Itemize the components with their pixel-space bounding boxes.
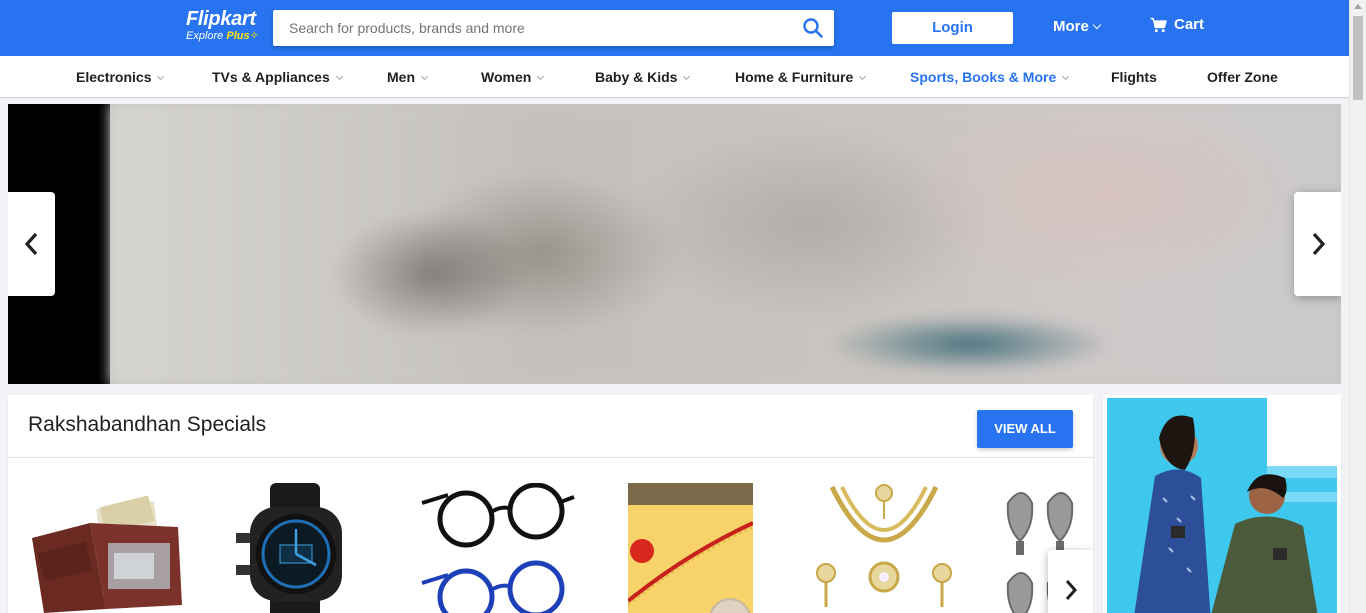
category-flights[interactable]: Flights (1111, 69, 1157, 85)
category-offer-zone[interactable]: Offer Zone (1207, 69, 1278, 85)
login-button[interactable]: Login (892, 12, 1013, 44)
wallet-image (32, 495, 182, 613)
logo-subtext: Explore Plus✧ (186, 30, 266, 42)
flipkart-logo[interactable]: Flipkart Explore Plus✧ (186, 9, 266, 42)
category-label: Women (481, 69, 532, 85)
chevron-right-icon (1065, 580, 1077, 600)
ad-people-image (1134, 415, 1337, 613)
rakhi-image (628, 483, 753, 613)
logo-plus: Plus (226, 30, 250, 42)
product-card-wallet[interactable] (28, 483, 182, 613)
chevron-down-icon (335, 72, 343, 81)
product-card-watch[interactable] (228, 483, 378, 613)
category-women[interactable]: Women (481, 69, 545, 85)
category-label: Electronics (76, 69, 152, 85)
cart-label: Cart (1174, 16, 1205, 33)
category-men[interactable]: Men (387, 69, 429, 85)
chevron-left-icon (24, 232, 37, 256)
banner-carousel[interactable] (8, 104, 1341, 384)
page-scrollbar[interactable] (1349, 0, 1366, 613)
logo-explore: Explore (186, 30, 224, 42)
chevron-down-icon (157, 72, 165, 81)
category-label: Flights (1111, 69, 1157, 85)
logo-text: Flipkart (186, 8, 256, 30)
banner-image[interactable] (110, 104, 1341, 384)
chevron-down-icon (1062, 72, 1070, 81)
side-ad-banner[interactable] (1103, 395, 1341, 613)
product-card-eyeglasses[interactable] (418, 483, 575, 613)
category-label: TVs & Appliances (212, 69, 330, 85)
search-icon[interactable] (802, 17, 824, 39)
section-title: Rakshabandhan Specials (28, 413, 267, 436)
deals-header: Rakshabandhan Specials VIEW ALL (8, 395, 1093, 458)
watch-image (236, 483, 342, 613)
eyeglasses-image (421, 483, 575, 613)
scrollbar-thumb[interactable] (1353, 16, 1363, 100)
plus-icon: ✧ (249, 30, 259, 42)
category-label: Offer Zone (1207, 69, 1278, 85)
chevron-down-icon (1092, 20, 1102, 30)
category-home-furniture[interactable]: Home & Furniture (735, 69, 867, 85)
category-label: Sports, Books & More (910, 69, 1057, 85)
category-tvs-appliances[interactable]: TVs & Appliances (212, 69, 343, 85)
chevron-down-icon (420, 72, 429, 81)
product-card-rakhi[interactable] (628, 483, 778, 613)
category-nav: Electronics TVs & Appliances Men Women B… (0, 56, 1349, 97)
search-bar (273, 10, 834, 46)
top-header: Flipkart Explore Plus✧ Login More Cart (0, 0, 1349, 56)
scroll-up-arrow-icon[interactable] (1354, 4, 1362, 9)
banner-next-button[interactable] (1294, 192, 1341, 296)
necklace-image (816, 484, 952, 607)
more-label: More (1053, 18, 1089, 35)
category-label: Men (387, 69, 415, 85)
category-baby-kids[interactable]: Baby & Kids (595, 69, 691, 85)
deals-next-button[interactable] (1048, 550, 1093, 613)
view-all-button[interactable]: VIEW ALL (977, 410, 1073, 448)
cart-icon (1150, 17, 1167, 32)
cart-button[interactable]: Cart (1150, 16, 1204, 33)
banner-prev-button[interactable] (8, 192, 55, 296)
search-input[interactable] (273, 10, 793, 46)
product-card-necklace[interactable] (808, 483, 958, 613)
deals-section: Rakshabandhan Specials VIEW ALL (8, 395, 1093, 613)
chevron-down-icon (683, 72, 691, 81)
chevron-right-icon (1312, 232, 1325, 256)
chevron-down-icon (859, 72, 867, 81)
chevron-down-icon (537, 72, 545, 81)
category-label: Home & Furniture (735, 69, 854, 85)
more-menu[interactable]: More (1053, 18, 1102, 35)
category-label: Baby & Kids (595, 69, 678, 85)
category-sports-books-more[interactable]: Sports, Books & More (910, 69, 1070, 85)
category-electronics[interactable]: Electronics (76, 69, 165, 85)
